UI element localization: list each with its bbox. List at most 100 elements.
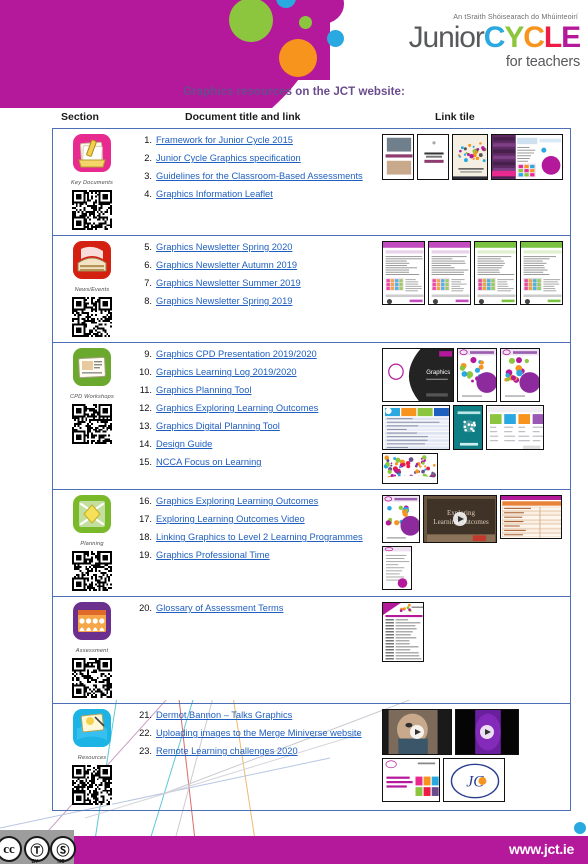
document-link[interactable]: Dermot Bannon – Talks Graphics [156,710,292,721]
qr-code-cpd-workshops[interactable] [72,400,112,449]
document-link[interactable]: Graphics Newsletter Spring 2019 [156,296,292,307]
play-icon[interactable] [410,725,424,739]
tile-cba-guidelines[interactable] [452,134,488,180]
document-link[interactable]: Junior Cycle Graphics specification [156,153,301,164]
tile-glossary-assessment-terms[interactable] [382,602,424,662]
tile-learning-log-alt[interactable] [500,348,540,402]
document-link[interactable]: Graphics Newsletter Spring 2020 [156,242,292,253]
document-link[interactable]: Linking Graphics to Level 2 Learning Pro… [156,532,363,543]
document-link[interactable]: Graphics Planning Tool [156,385,251,396]
list-item: 3. Guidelines for the Classroom-Based Ass… [137,171,378,182]
planning-icon [73,495,111,533]
link-tiles [382,602,568,662]
tile-dermot-bannon-video[interactable] [382,709,452,755]
tile-exploring-learning-outcomes[interactable] [382,495,420,543]
document-list-cell: 5. Graphics Newsletter Spring 2020 6. Graph… [131,236,380,342]
list-item: 8. Graphics Newsletter Spring 2019 [137,296,378,307]
play-icon[interactable] [453,512,467,526]
list-item: 18. Linking Graphics to Level 2 Learning … [137,532,378,543]
list-item: 15. NCCA Focus on Learning [137,457,378,468]
qr-code-news-events[interactable] [72,293,112,342]
document-link[interactable]: Graphics Exploring Learning Outcomes [156,403,318,414]
tile-information-leaflet[interactable] [491,134,563,180]
document-link[interactable]: Graphics Digital Planning Tool [156,421,280,432]
table-row: Assessment 20. Glossary of Assessment Term… [53,597,570,704]
tile-merge-miniverse-video[interactable] [455,709,519,755]
document-link[interactable]: Graphics Newsletter Summer 2019 [156,278,301,289]
document-link[interactable]: Graphics Newsletter Autumn 2019 [156,260,297,271]
tile-newsletter-spring-2019[interactable] [520,241,563,305]
document-list: 9. Graphics CPD Presentation 2019/2020 10.… [137,349,378,468]
document-link[interactable]: Glossary of Assessment Terms [156,603,283,614]
section-cell-news-events: News/Events [53,236,131,342]
tile-design-guide[interactable] [453,405,483,450]
qr-code-key-documents[interactable] [72,186,112,235]
tile-newsletter-autumn-2019[interactable] [428,241,471,305]
document-link[interactable]: Exploring Learning Outcomes Video [156,514,305,525]
logo-word-junior: Junior [408,21,485,54]
tile-linking-level2[interactable] [500,495,562,539]
document-link[interactable]: Graphics Professional Time [156,550,270,561]
tile-learning-log[interactable] [457,348,497,402]
qr-code-assessment[interactable] [72,654,112,703]
resources-icon [73,709,111,747]
section-label: Key Documents [70,179,114,187]
resources-table: Key Documents 1. Framework for Junior Cycl… [52,128,571,811]
cpd-workshops-icon [73,348,111,391]
play-icon[interactable] [480,725,494,739]
document-link[interactable]: Remote Learning challenges 2020 [156,746,298,757]
cc-nc-label: NC [57,859,65,865]
list-item-number: 22. [139,728,152,738]
qr-code-planning[interactable] [72,547,112,596]
column-header-section: Section [61,111,99,123]
document-link[interactable]: Design Guide [156,439,212,450]
document-link[interactable]: Guidelines for the Classroom-Based Asses… [156,171,363,182]
list-item-number: 23. [139,746,152,756]
list-item-number: 12. [139,403,152,413]
creative-commons-badge: cc Ⓣ BY Ⓢ NC [0,830,76,865]
decor-circle-green-large [229,0,273,42]
section-cell-assessment: Assessment [53,597,131,703]
tile-remote-learning[interactable] [382,758,440,802]
document-link[interactable]: Graphics CPD Presentation 2019/2020 [156,349,317,360]
list-item-number: 2. [144,153,152,163]
logo-gaelic-line: An tSraith Shóisearach do Mhúinteoirí [453,12,578,21]
logo-letter-y: Y [504,21,524,54]
list-item-number: 18. [139,532,152,542]
footer-website-url[interactable]: www.jct.ie [509,841,574,857]
link-tiles [382,241,568,305]
tile-ncca-focus[interactable] [382,453,438,484]
tile-jct-logo[interactable]: JC [443,758,505,802]
section-label: CPD Workshops [70,393,114,401]
cpd-workshops-icon [73,348,111,386]
column-header-link-tile: Link tile [435,111,475,123]
tile-graphics-specification[interactable] [417,134,449,180]
tile-digital-planning-tool[interactable] [486,405,544,450]
list-item: 12. Graphics Exploring Learning Outcomes [137,403,378,414]
tile-newsletter-summer-2019[interactable] [474,241,517,305]
decor-circle-footer-blue [574,822,586,834]
tile-exploring-learning-outcomes-video[interactable]: ExploringLearning Outcomes [423,495,497,543]
document-link[interactable]: Graphics Learning Log 2019/2020 [156,367,297,378]
logo-wordmark: JuniorCYCLE [400,21,581,54]
decor-circle-green-tiny [299,16,312,29]
cc-icon-label: cc [3,841,15,856]
tile-framework-junior-cycle[interactable] [382,134,414,180]
document-link[interactable]: Graphics Information Leaflet [156,189,273,200]
document-list: 5. Graphics Newsletter Spring 2020 6. Graph… [137,242,378,307]
document-link[interactable]: Uploading images to the Merge Miniverse … [156,728,362,739]
tile-newsletter-spring-2020[interactable] [382,241,425,305]
tile-planning-tool[interactable] [382,405,450,450]
list-item: 2. Junior Cycle Graphics specification [137,153,378,164]
document-link[interactable]: Graphics Exploring Learning Outcomes [156,496,318,507]
qr-code-resources[interactable] [72,761,112,810]
logo-letter-l: L [543,21,562,54]
table-row: CPD Workshops 9. Graphics CPD Presentation… [53,343,570,490]
document-link[interactable]: NCCA Focus on Learning [156,457,261,468]
tile-cpd-presentation[interactable]: Graphics [382,348,454,402]
tile-professional-time[interactable] [382,546,412,590]
list-item-number: 4. [144,189,152,199]
list-item-number: 3. [144,171,152,181]
logo-tagline: for teachers [505,54,580,70]
document-link[interactable]: Framework for Junior Cycle 2015 [156,135,293,146]
